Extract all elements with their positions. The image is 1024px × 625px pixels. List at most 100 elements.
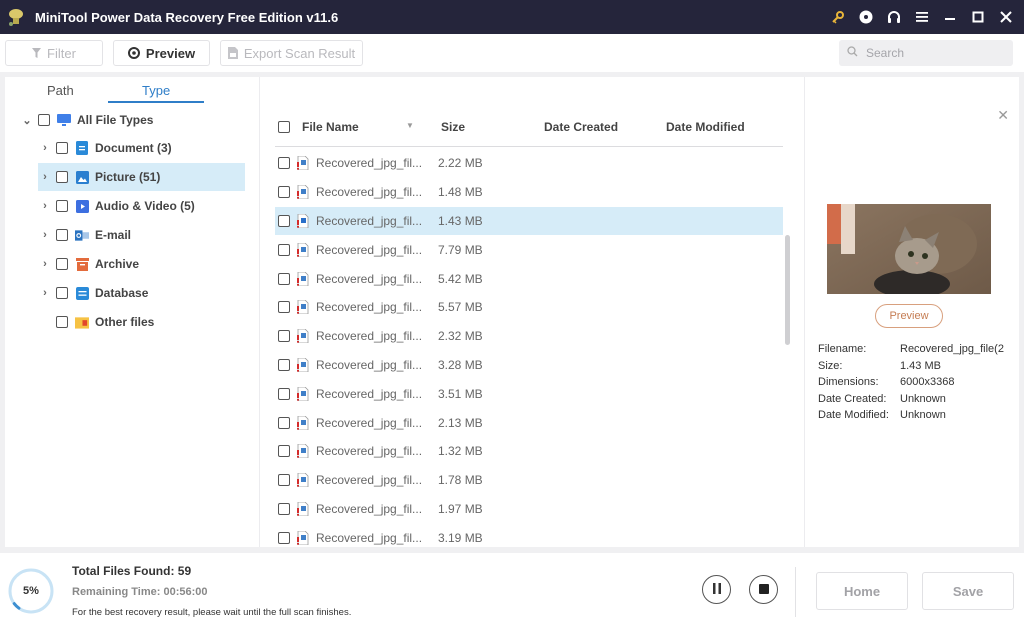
file-row-checkbox[interactable] <box>278 445 290 458</box>
column-date-modified[interactable]: Date Modified <box>666 120 745 134</box>
file-row[interactable]: Recovered_jpg_fil... 3.51 MB <box>275 379 783 408</box>
file-name: Recovered_jpg_fil... <box>316 300 423 315</box>
tab-path[interactable]: Path <box>47 83 74 98</box>
column-file-name[interactable]: File Name <box>302 120 359 134</box>
metadata-value: Recovered_jpg_file(2 <box>900 343 1004 355</box>
checkbox-archive[interactable] <box>56 258 68 270</box>
file-row-checkbox[interactable] <box>278 387 290 400</box>
file-row-checkbox[interactable] <box>278 301 290 314</box>
preview-file-button[interactable]: Preview <box>875 304 943 328</box>
email-icon <box>75 228 89 242</box>
minimize-icon[interactable] <box>936 0 964 34</box>
metadata-row: Date Modified: Unknown <box>818 409 1010 426</box>
file-row[interactable]: Recovered_jpg_fil... 2.22 MB <box>275 149 783 178</box>
file-size: 1.43 MB <box>438 213 483 228</box>
column-date-created[interactable]: Date Created <box>544 120 618 134</box>
file-row[interactable]: Recovered_jpg_fil... 1.43 MB <box>275 206 783 236</box>
checkbox-document[interactable] <box>56 142 68 154</box>
stop-button[interactable] <box>749 575 778 604</box>
chevron-down-icon[interactable]: ⌄ <box>20 114 34 127</box>
file-row-checkbox[interactable] <box>278 157 290 170</box>
file-row-checkbox[interactable] <box>278 330 290 343</box>
view-tabs: Path Type <box>5 77 260 103</box>
file-row[interactable]: Recovered_jpg_fil... 2.32 MB <box>275 322 783 351</box>
file-row-checkbox[interactable] <box>278 214 290 227</box>
file-row[interactable]: Recovered_jpg_fil... 2.13 MB <box>275 408 783 437</box>
checkbox-email[interactable] <box>56 229 68 241</box>
tree-label: Archive <box>95 257 140 271</box>
tree-item-database[interactable]: › Database <box>38 279 245 307</box>
file-row[interactable]: Recovered_jpg_fil... 1.97 MB <box>275 495 783 524</box>
chevron-right-icon[interactable]: › <box>38 200 52 212</box>
export-scan-result-button[interactable]: Export Scan Result <box>220 40 363 66</box>
chevron-right-icon[interactable]: › <box>38 287 52 299</box>
chevron-right-icon[interactable]: › <box>38 229 52 241</box>
file-row[interactable]: Recovered_jpg_fil... 5.57 MB <box>275 293 783 322</box>
tree-item-picture[interactable]: › Picture (51) <box>38 163 245 191</box>
pause-button[interactable] <box>702 575 731 604</box>
checkbox-database[interactable] <box>56 287 68 299</box>
home-button[interactable]: Home <box>816 572 908 610</box>
menu-icon[interactable] <box>908 0 936 34</box>
key-icon[interactable] <box>824 0 852 34</box>
file-row-checkbox[interactable] <box>278 416 290 429</box>
file-name: Recovered_jpg_fil... <box>316 242 423 257</box>
filter-label: Filter <box>47 45 76 61</box>
select-all-checkbox[interactable] <box>278 121 290 133</box>
jpg-file-icon <box>297 357 309 373</box>
window-title: MiniTool Power Data Recovery Free Editio… <box>35 9 339 25</box>
sort-arrow-icon[interactable]: ▼ <box>406 121 414 130</box>
disc-icon[interactable] <box>852 0 880 34</box>
checkbox-audio-video[interactable] <box>56 200 68 212</box>
column-size[interactable]: Size <box>441 120 465 134</box>
filter-button[interactable]: Filter <box>5 40 103 66</box>
file-row-checkbox[interactable] <box>278 243 290 256</box>
file-row-checkbox[interactable] <box>278 531 290 544</box>
file-name: Recovered_jpg_fil... <box>316 185 423 200</box>
file-row[interactable]: Recovered_jpg_fil... 3.28 MB <box>275 351 783 380</box>
export-icon <box>227 47 238 59</box>
file-row-checkbox[interactable] <box>278 186 290 199</box>
file-row-checkbox[interactable] <box>278 474 290 487</box>
save-button[interactable]: Save <box>922 572 1014 610</box>
tree-item-other-files[interactable]: Other files <box>38 308 245 336</box>
tree-item-all-file-types[interactable]: ⌄ All File Types <box>20 106 245 134</box>
maximize-icon[interactable] <box>964 0 992 34</box>
tree-item-archive[interactable]: › Archive <box>38 250 245 278</box>
search-box[interactable] <box>839 40 1013 66</box>
file-size: 7.79 MB <box>438 242 483 257</box>
jpg-file-icon <box>297 501 309 517</box>
file-row[interactable]: Recovered_jpg_fil... 7.79 MB <box>275 235 783 264</box>
tree-item-email[interactable]: › E-mail <box>38 221 245 249</box>
file-row-checkbox[interactable] <box>278 272 290 285</box>
tree-item-audio-video[interactable]: › Audio & Video (5) <box>38 192 245 220</box>
search-input[interactable] <box>866 46 1006 60</box>
close-preview-icon[interactable]: ✕ <box>997 107 1009 124</box>
file-row-checkbox[interactable] <box>278 358 290 371</box>
checkbox-picture[interactable] <box>56 171 68 183</box>
file-list-scrollbar[interactable] <box>785 235 790 345</box>
checkbox-all-file-types[interactable] <box>38 114 50 126</box>
stop-icon <box>758 581 769 599</box>
file-row[interactable]: Recovered_jpg_fil... 1.78 MB <box>275 466 783 495</box>
tree-item-document[interactable]: › Document (3) <box>38 134 245 162</box>
file-row[interactable]: Recovered_jpg_fil... 3.19 MB <box>275 523 783 552</box>
preview-button[interactable]: Preview <box>113 40 210 66</box>
tab-type[interactable]: Type <box>142 83 170 98</box>
file-row[interactable]: Recovered_jpg_fil... 1.48 MB <box>275 178 783 207</box>
metadata-row: Filename: Recovered_jpg_file(2 <box>818 343 1010 360</box>
file-row[interactable]: Recovered_jpg_fil... 5.42 MB <box>275 264 783 293</box>
tree-label: E-mail <box>95 228 132 242</box>
chevron-right-icon[interactable]: › <box>38 171 52 183</box>
headset-icon[interactable] <box>880 0 908 34</box>
database-icon <box>75 286 89 300</box>
chevron-right-icon[interactable]: › <box>38 258 52 270</box>
close-icon[interactable] <box>992 0 1020 34</box>
file-rows: Recovered_jpg_fil... 2.22 MB Recovered_jpg… <box>275 149 783 552</box>
file-row-checkbox[interactable] <box>278 502 290 515</box>
chevron-right-icon[interactable]: › <box>38 142 52 154</box>
tree-label: Audio & Video (5) <box>95 199 195 213</box>
checkbox-other-files[interactable] <box>56 316 68 328</box>
file-row[interactable]: Recovered_jpg_fil... 1.32 MB <box>275 437 783 466</box>
audio-video-icon <box>75 199 89 213</box>
